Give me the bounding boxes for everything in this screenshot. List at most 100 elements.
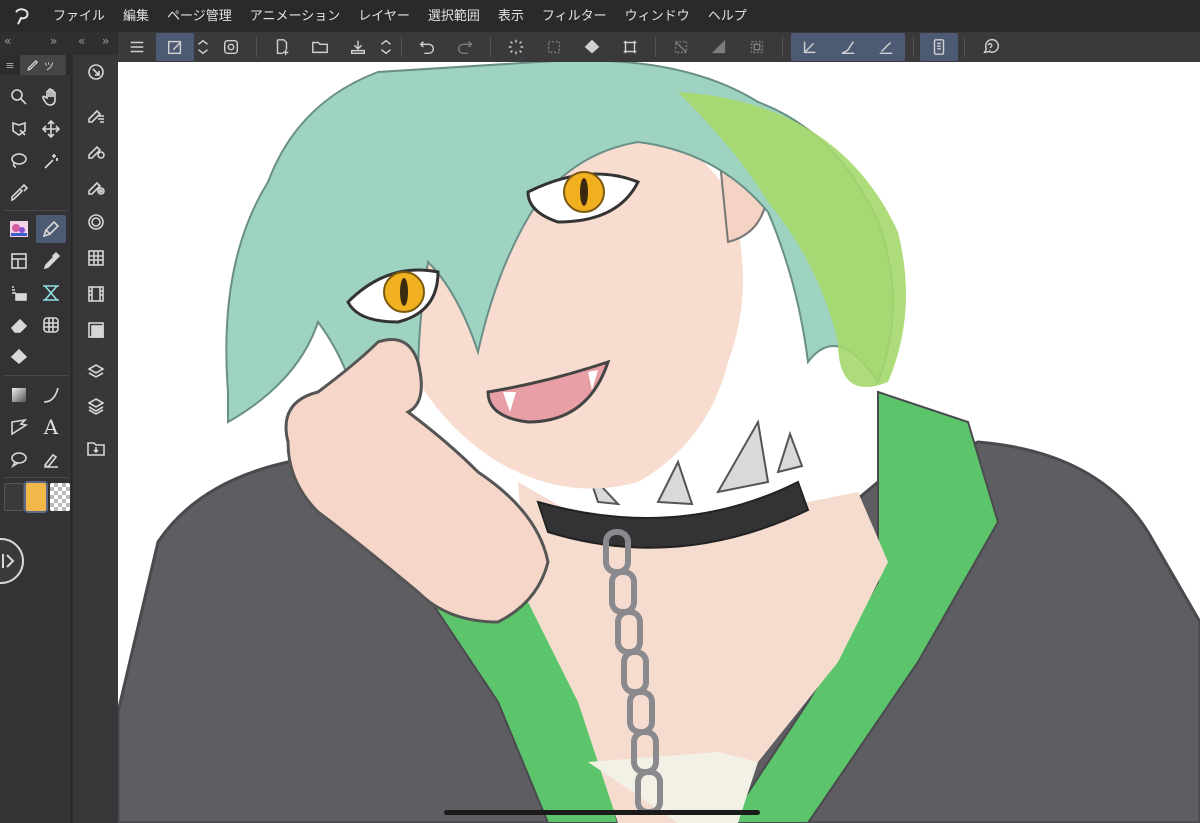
toolbar-divider — [782, 37, 783, 57]
sub-color-swatch[interactable] — [26, 483, 46, 511]
color-set-icon[interactable] — [81, 243, 111, 273]
transform-icon[interactable] — [611, 33, 649, 61]
edit-layer-icon[interactable] — [156, 33, 194, 61]
figure-icon[interactable] — [4, 413, 34, 441]
toolbar-divider — [401, 37, 402, 57]
layers-icon[interactable] — [81, 391, 111, 421]
expand-selection-icon[interactable] — [738, 33, 776, 61]
tool-palette: ≡ ツ A — [0, 55, 72, 823]
collapse-left-icon[interactable]: « — [4, 34, 11, 48]
color-wheel-icon[interactable] — [81, 207, 111, 237]
menu-view[interactable]: 表示 — [489, 0, 533, 34]
stabilization-group — [791, 33, 905, 61]
menu-file[interactable]: ファイル — [44, 0, 114, 34]
menu-window[interactable]: ウィンドウ — [616, 0, 699, 34]
curve-icon[interactable] — [36, 381, 66, 409]
tool-palette-tab: ≡ ツ — [0, 55, 72, 75]
frame-icon[interactable] — [4, 247, 34, 275]
text-tool-glyph: A — [43, 415, 59, 439]
toolbar-divider — [490, 37, 491, 57]
quick-access-icon[interactable] — [212, 33, 250, 61]
command-bar — [73, 55, 118, 823]
clear-icon[interactable] — [497, 33, 535, 61]
save-stepper-icon[interactable] — [377, 33, 395, 61]
menu-layer[interactable]: レイヤー — [349, 0, 419, 34]
decoration-icon[interactable] — [4, 279, 34, 307]
tool-tab[interactable]: ツ — [20, 55, 66, 75]
collapse-left-icon-2[interactable]: « — [78, 34, 85, 48]
menu-filter[interactable]: フィルター — [533, 0, 616, 34]
text-icon[interactable]: A — [36, 413, 66, 441]
menu-bar: ファイル 編集 ページ管理 アニメーション レイヤー 選択範囲 表示 フィルター… — [0, 0, 1200, 34]
airbrush-icon[interactable] — [36, 247, 66, 275]
balloon-icon[interactable] — [4, 445, 34, 473]
app-logo-icon[interactable] — [0, 0, 44, 34]
navigator-icon[interactable] — [81, 57, 111, 87]
magic-wand-icon[interactable] — [36, 147, 66, 175]
perspective-grid-icon[interactable] — [36, 311, 66, 339]
app-window: ファイル 編集 ページ管理 アニメーション レイヤー 選択範囲 表示 フィルター… — [0, 0, 1200, 823]
left-header-strip — [0, 32, 118, 54]
collapse-right-icon[interactable]: » — [50, 34, 57, 48]
redo-icon[interactable] — [446, 33, 484, 61]
undo-icon[interactable] — [408, 33, 446, 61]
tool-property-icon[interactable] — [81, 135, 111, 165]
main-menu-icon[interactable] — [118, 33, 156, 61]
brush-size-icon[interactable] — [81, 171, 111, 201]
palette-divider — [4, 210, 68, 211]
menu-selection[interactable]: 選択範囲 — [419, 0, 489, 34]
lasso-icon[interactable] — [4, 147, 34, 175]
menu-animation[interactable]: アニメーション — [241, 0, 349, 34]
fill-bucket-icon[interactable] — [573, 33, 611, 61]
tool-tab-label: ツ — [44, 61, 54, 73]
new-file-icon[interactable] — [263, 33, 301, 61]
device-icon[interactable] — [920, 33, 958, 61]
brush-curve-icon[interactable] — [829, 33, 867, 61]
main-color-swatch[interactable] — [4, 483, 24, 511]
toolbar-divider — [913, 37, 914, 57]
invert-selection-icon[interactable] — [700, 33, 738, 61]
ruler-icon[interactable] — [36, 279, 66, 307]
brush-straight-icon[interactable] — [867, 33, 905, 61]
toolbar-divider — [655, 37, 656, 57]
layer-property-icon[interactable] — [81, 315, 111, 345]
move-layer-icon[interactable] — [36, 115, 66, 143]
object-select-icon[interactable] — [4, 115, 34, 143]
menu-edit[interactable]: 編集 — [114, 0, 158, 34]
toolbar-divider — [256, 37, 257, 57]
collapse-right-icon-2[interactable]: » — [102, 34, 109, 48]
timeline-icon[interactable] — [81, 279, 111, 309]
gradient-icon[interactable] — [4, 381, 34, 409]
layer-search-icon[interactable] — [81, 357, 111, 387]
open-folder-icon[interactable] — [301, 33, 339, 61]
character-illustration — [118, 62, 1200, 823]
command-toolbar — [118, 32, 1200, 62]
correct-line-icon[interactable] — [36, 445, 66, 473]
sub-tool-list-icon[interactable] — [81, 99, 111, 129]
save-icon[interactable] — [339, 33, 377, 61]
hand-icon[interactable] — [36, 83, 66, 111]
palette-divider — [4, 375, 68, 376]
drawing-canvas[interactable] — [118, 62, 1200, 823]
home-indicator — [444, 810, 760, 815]
menu-page[interactable]: ページ管理 — [158, 0, 241, 34]
transparent-color-swatch[interactable] — [50, 483, 70, 511]
deselect-icon[interactable] — [662, 33, 700, 61]
eyedropper-icon[interactable] — [4, 179, 34, 207]
toolbar-divider — [964, 37, 965, 57]
material-icon[interactable] — [81, 433, 111, 463]
menu-help[interactable]: ヘルプ — [699, 0, 756, 34]
stepper-icon[interactable] — [194, 33, 212, 61]
chevron-right-icon — [2, 554, 15, 568]
eraser-icon[interactable] — [4, 311, 34, 339]
fill-icon[interactable] — [4, 343, 34, 371]
palette-menu-icon[interactable]: ≡ — [0, 59, 20, 72]
sub-tool-thumb-icon[interactable] — [4, 215, 34, 243]
pen-tab-icon — [27, 60, 38, 71]
clear-outside-icon[interactable] — [535, 33, 573, 61]
help-icon[interactable] — [971, 33, 1009, 61]
palette-divider — [4, 477, 68, 478]
zoom-icon[interactable] — [4, 83, 34, 111]
pen-pressure-icon[interactable] — [791, 33, 829, 61]
pen-icon[interactable] — [36, 215, 66, 243]
